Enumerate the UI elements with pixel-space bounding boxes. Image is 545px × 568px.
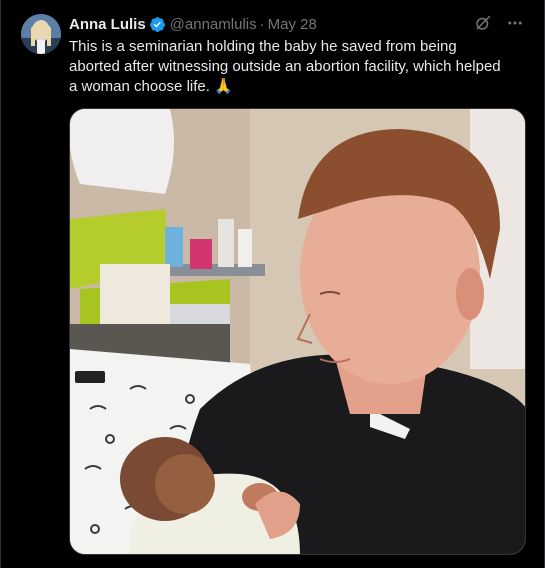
avatar[interactable]	[21, 14, 61, 54]
author-handle[interactable]: @annamlulis	[170, 16, 257, 33]
tweet-photo[interactable]	[69, 108, 526, 555]
verified-badge-icon	[149, 16, 166, 33]
tweet-actions-top	[474, 14, 524, 32]
avatar-image	[21, 14, 61, 54]
grok-icon[interactable]	[474, 14, 492, 32]
tweet-date[interactable]: May 28	[268, 16, 317, 33]
tweet-header: Anna Lulis @annamlulis · May 28	[69, 14, 317, 34]
separator: ·	[259, 15, 265, 33]
author-name[interactable]: Anna Lulis	[69, 16, 146, 33]
photo-seminarian-holding-baby	[70, 109, 525, 554]
more-options-icon[interactable]	[506, 14, 524, 32]
tweet-text: This is a seminarian holding the baby he…	[69, 38, 501, 95]
tweet-card[interactable]: Anna Lulis @annamlulis · May 28 This is	[0, 0, 545, 568]
